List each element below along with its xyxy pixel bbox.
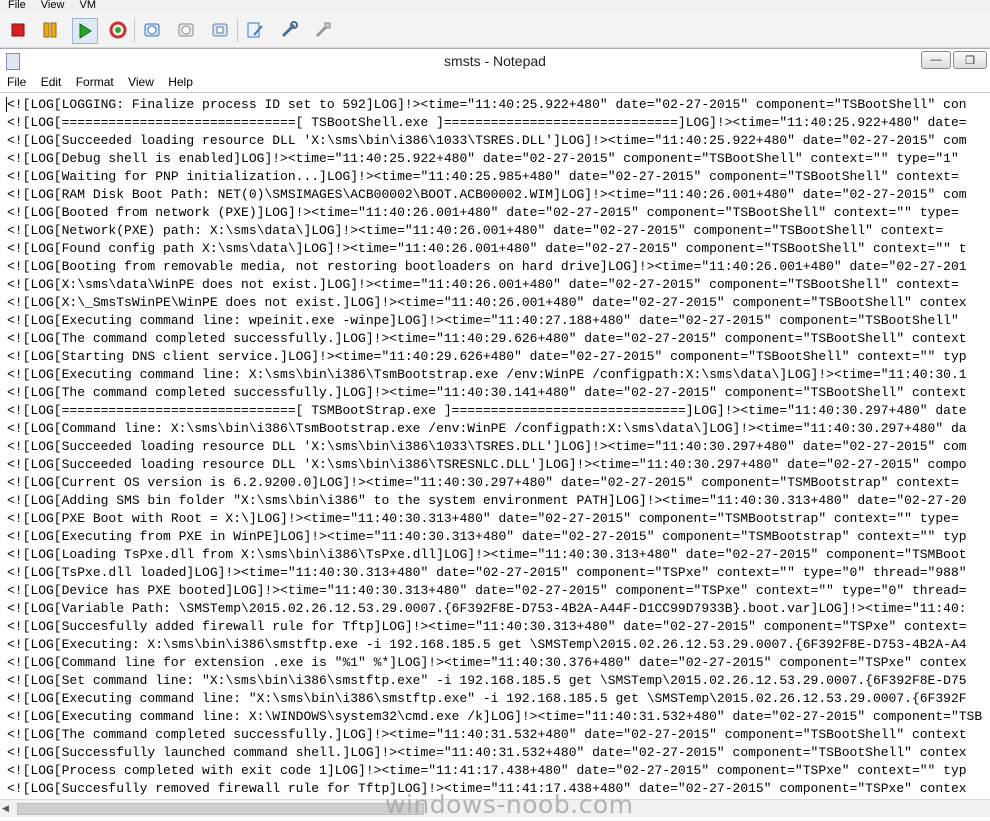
manage-snapshots-icon (212, 23, 228, 37)
log-line: <![LOG[The command completed successfull… (7, 385, 967, 400)
log-line: <![LOG[LOGGING: Finalize process ID set … (7, 97, 967, 112)
log-line: <![LOG[Succeeded loading resource DLL 'X… (7, 439, 967, 454)
log-line: <![LOG[Command line for extension .exe i… (7, 655, 967, 670)
log-line: <![LOG[Executing command line: "X:\sms\b… (7, 691, 967, 706)
watermark: windows-noob.com (385, 790, 634, 819)
play-icon (79, 23, 92, 39)
log-line: <![LOG[Current OS version is 6.2.9200.0]… (7, 475, 959, 490)
log-line: <![LOG[Executing command line: X:\WINDOW… (7, 709, 983, 724)
reset-icon (109, 21, 127, 39)
log-line: <![LOG[==============================[ T… (7, 403, 967, 418)
log-line: <![LOG[Succeeded loading resource DLL 'X… (7, 457, 967, 472)
log-line: <![LOG[TsPxe.dll loaded]LOG]!><time="11:… (7, 565, 967, 580)
restore-button[interactable]: ❐ (953, 51, 987, 69)
scrollbar-thumb[interactable] (17, 803, 424, 815)
connect-button[interactable] (311, 18, 335, 42)
log-line: <![LOG[Adding SMS bin folder "X:\sms\bin… (7, 493, 967, 508)
vm-menu-file[interactable]: File (8, 0, 26, 11)
snapshot-icon (144, 23, 160, 37)
log-line: <![LOG[X:\_SmsTsWinPE\WinPE does not exi… (7, 295, 967, 310)
log-line: <![LOG[The command completed successfull… (7, 727, 967, 742)
revert-button[interactable] (174, 18, 198, 42)
manage-snapshots-button[interactable] (208, 18, 232, 42)
vm-menu-vm[interactable]: VM (80, 0, 97, 11)
start-button[interactable] (72, 18, 98, 44)
log-line: <![LOG[Executing from PXE in WinPE]LOG]!… (7, 529, 967, 544)
scroll-left-icon[interactable]: ◀ (2, 803, 9, 814)
menu-format[interactable]: Format (76, 73, 114, 91)
log-line: <![LOG[Waiting for PNP initialization...… (7, 169, 959, 184)
revert-icon (178, 23, 194, 37)
log-line: <![LOG[X:\sms\data\WinPE does not exist.… (7, 277, 959, 292)
log-line: <![LOG[Executing command line: X:\sms\bi… (7, 367, 967, 382)
window-titlebar[interactable]: smsts - Notepad — ❐ (0, 48, 990, 74)
snapshot-button[interactable] (140, 18, 164, 42)
text-editor[interactable]: <![LOG[LOGGING: Finalize process ID set … (0, 92, 990, 800)
log-line: <![LOG[Booted from network (PXE)]LOG]!><… (7, 205, 959, 220)
toolbar-separator (237, 18, 238, 42)
stop-icon (11, 23, 25, 37)
log-line: <![LOG[Executing: X:\sms\bin\i386\smstft… (7, 637, 967, 652)
log-line: <![LOG[Process completed with exit code … (7, 763, 967, 778)
log-line: <![LOG[Device has PXE booted]LOG]!><time… (7, 583, 967, 598)
toolbar-separator (134, 18, 135, 42)
log-line: <![LOG[Successfully launched command she… (7, 745, 967, 760)
vm-toolbar (0, 12, 990, 48)
tools-icon (281, 21, 298, 38)
menu-file[interactable]: File (7, 73, 26, 91)
log-line: <![LOG[The command completed successfull… (7, 331, 967, 346)
pause-button[interactable] (38, 18, 62, 42)
log-line: <![LOG[==============================[ T… (7, 115, 967, 130)
log-line: <![LOG[Command line: X:\sms\bin\i386\Tsm… (7, 421, 967, 436)
minimize-icon: — (930, 54, 942, 66)
log-line: <![LOG[Starting DNS client service.]LOG]… (7, 349, 967, 364)
log-line: <![LOG[PXE Boot with Root = X:\]LOG]!><t… (7, 511, 959, 526)
notepad-menubar: File Edit Format View Help (0, 73, 990, 92)
log-line: <![LOG[Succesfully added firewall rule f… (7, 619, 967, 634)
log-line: <![LOG[Debug shell is enabled]LOG]!><tim… (7, 151, 967, 166)
vm-menu-view[interactable]: View (41, 0, 65, 11)
connect-icon (315, 22, 331, 38)
menu-help[interactable]: Help (168, 73, 193, 91)
log-line: <![LOG[Network(PXE) path: X:\sms\data\]L… (7, 223, 944, 238)
tools-button[interactable] (277, 18, 301, 42)
menu-view[interactable]: View (128, 73, 154, 91)
log-line: <![LOG[Booting from removable media, not… (7, 259, 967, 274)
log-line: <![LOG[Set command line: "X:\sms\bin\i38… (7, 673, 967, 688)
stop-button[interactable] (6, 18, 30, 42)
log-line: <![LOG[Loading TsPxe.dll from X:\sms\bin… (7, 547, 967, 562)
log-line: <![LOG[Found config path X:\sms\data\]LO… (7, 241, 967, 256)
log-line: <![LOG[Succeeded loading resource DLL 'X… (7, 133, 967, 148)
log-line: <![LOG[RAM Disk Boot Path: NET(0)\SMSIMA… (7, 187, 967, 202)
minimize-button[interactable]: — (921, 51, 951, 69)
log-line: <![LOG[Executing command line: wpeinit.e… (7, 313, 967, 328)
log-line: <![LOG[Variable Path: \SMSTemp\2015.02.2… (7, 601, 967, 616)
restore-icon: ❐ (965, 54, 975, 67)
reset-button[interactable] (106, 18, 130, 42)
window-title: smsts - Notepad (444, 53, 546, 69)
pause-icon (43, 22, 57, 38)
vm-menubar: File View VM (0, 0, 990, 12)
edit-settings-icon (247, 22, 263, 38)
menu-edit[interactable]: Edit (41, 73, 62, 91)
edit-settings-button[interactable] (243, 18, 267, 42)
